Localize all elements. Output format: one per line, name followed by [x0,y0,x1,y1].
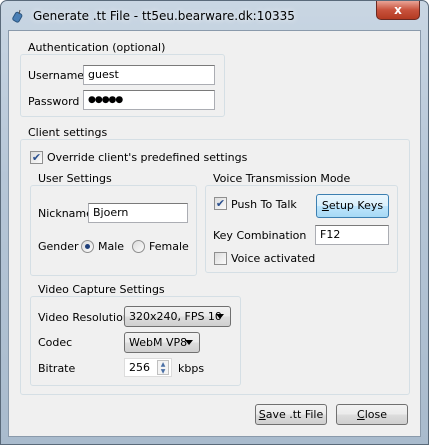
codec-label: Codec [38,336,73,349]
setup-keys-mnemonic: S [321,199,329,212]
gender-female-radio[interactable] [132,240,145,253]
video-resolution-value: 320x240, FPS 10 [129,310,222,323]
chevron-down-icon [216,314,224,319]
user-settings-group-title: User Settings [36,172,114,185]
password-input[interactable]: ●●●●● [83,90,215,110]
save-tt-file-button[interactable]: Save .tt File [255,404,327,425]
setup-keys-button[interactable]: Setup Keys [316,194,389,218]
bitrate-label: Bitrate [38,362,76,375]
password-label: Password [28,95,80,108]
close-label: lose [364,408,387,421]
nickname-input[interactable]: Bjoern [88,203,188,223]
close-button[interactable]: Close [336,404,408,425]
teamtalk-walkie-icon [12,9,23,23]
save-label: ave .tt File [265,408,324,421]
key-combination-label: Key Combination [213,229,307,242]
window-close-button[interactable]: x [376,1,420,20]
bitrate-value: 256 [129,361,150,374]
window-title: Generate .tt File - tt5eu.bearware.dk:10… [33,9,295,23]
username-label: Username [28,69,85,82]
voice-activated-checkbox[interactable] [214,252,227,265]
client-settings-group-title: Client settings [26,126,110,139]
override-label: Override client's predefined settings [47,151,248,164]
chevron-down-icon [185,340,193,345]
spin-arrows-icon[interactable]: ▲ ▼ [157,360,169,375]
setup-keys-label: etup Keys [328,199,384,212]
bitrate-unit: kbps [178,362,205,375]
nickname-label: Nickname [38,207,93,220]
voice-transmission-group-title: Voice Transmission Mode [211,172,353,185]
gender-label: Gender [38,240,79,253]
authentication-group-title: Authentication (optional) [26,41,168,54]
codec-select[interactable]: WebM VP8 [124,332,200,353]
push-to-talk-checkbox[interactable]: ✔ [214,197,227,210]
override-checkbox[interactable]: ✔ [30,151,43,164]
gender-male-label: Male [98,240,125,253]
push-to-talk-label: Push To Talk [231,198,297,211]
codec-value: WebM VP8 [129,336,188,349]
video-resolution-select[interactable]: 320x240, FPS 10 [124,306,231,327]
username-input[interactable]: guest [83,65,215,85]
voice-activated-label: Voice activated [231,252,316,265]
save-mnemonic: S [258,408,266,421]
video-capture-group-title: Video Capture Settings [36,283,167,296]
bitrate-spinbox[interactable]: 256 ▲ ▼ [124,358,172,377]
video-resolution-label: Video Resolution [38,311,130,324]
user-settings-group [30,185,197,276]
gender-female-label: Female [149,240,189,253]
key-combination-input[interactable]: F12 [315,225,389,245]
gender-male-radio[interactable] [81,240,94,253]
close-mnemonic: C [357,408,365,421]
